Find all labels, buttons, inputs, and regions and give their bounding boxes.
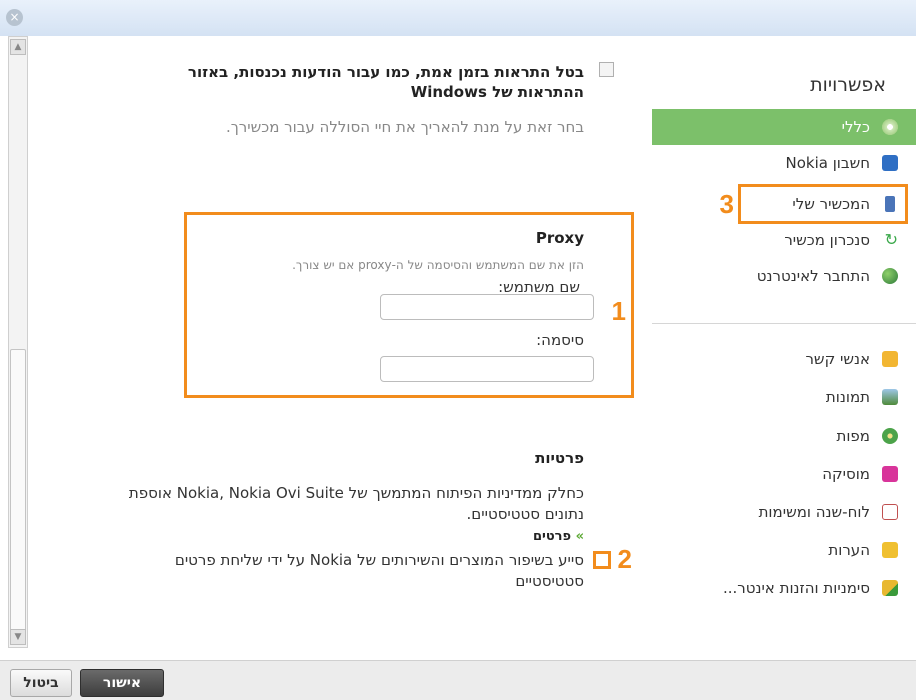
maps-icon	[882, 428, 898, 444]
sidebar-item-calendar[interactable]: לוח-שנה ומשימות	[652, 494, 916, 530]
scrollbar[interactable]: ▲ ▼	[8, 36, 28, 648]
contacts-icon	[882, 351, 898, 367]
details-link-label: פרטים	[532, 529, 572, 544]
scroll-up-icon[interactable]: ▲	[10, 39, 26, 55]
dialog-footer: ביטול אישור	[0, 660, 916, 700]
sidebar-item-label: סימניות והזנות אינטר...	[722, 579, 870, 597]
settings-content: בטל התראות בזמן אמת, כמו עבור הודעות נכנ…	[30, 36, 650, 648]
sidebar-item-nokia-account[interactable]: חשבון Nokia	[652, 145, 916, 181]
scrollbar-thumb[interactable]	[10, 349, 26, 645]
password-input[interactable]	[380, 356, 594, 382]
gear-icon	[882, 119, 898, 135]
sidebar-item-label: התחבר לאינטרנט	[756, 267, 870, 285]
sidebar-item-label: הערות	[828, 541, 870, 559]
proxy-hint: הזן את שם המשתמש והסיסמה של ה-proxy אם י…	[292, 258, 584, 272]
sidebar-item-photos[interactable]: תמונות	[652, 379, 916, 415]
sidebar-item-label: לוח-שנה ומשימות	[758, 503, 870, 521]
sidebar-item-label: כללי	[841, 118, 870, 136]
sidebar-item-label: חשבון Nokia	[785, 154, 871, 172]
proxy-title: Proxy	[535, 229, 584, 247]
sidebar-item-contacts[interactable]: אנשי קשר	[652, 341, 916, 377]
globe-icon	[882, 268, 898, 284]
close-icon[interactable]: ×	[6, 9, 23, 26]
sidebar-item-label: סנכרון מכשיר	[784, 231, 870, 249]
privacy-text: כחלק ממדיניות הפיתוח המתמשך של Nokia, No…	[128, 484, 584, 523]
calendar-icon	[882, 504, 898, 520]
sidebar-item-notes[interactable]: הערות	[652, 532, 916, 568]
sidebar-item-maps[interactable]: מפות	[652, 418, 916, 454]
sidebar-item-device-sync[interactable]: ↻ סנכרון מכשיר	[652, 222, 916, 258]
music-icon	[882, 466, 898, 482]
sidebar-item-label: המכשיר שלי	[792, 195, 870, 213]
scroll-down-icon[interactable]: ▼	[10, 629, 26, 645]
title-bar: ×	[0, 0, 916, 36]
sidebar-item-general[interactable]: כללי	[652, 109, 916, 145]
phone-icon	[885, 196, 895, 212]
notes-icon	[882, 542, 898, 558]
person-icon	[882, 155, 898, 171]
sidebar-item-music[interactable]: מוסיקה	[652, 456, 916, 492]
disable-notifications-label: בטל התראות בזמן אמת, כמו עבור הודעות נכנ…	[187, 63, 584, 101]
send-statistics-label: סייע בשיפור המוצרים והשירותים של Nokia ע…	[174, 551, 584, 590]
sidebar-title: אפשרויות	[810, 74, 886, 96]
sidebar-item-label: מוסיקה	[822, 465, 870, 483]
bookmarks-icon	[882, 580, 898, 596]
details-arrow-icon: »	[575, 529, 584, 544]
sidebar-item-label: תמונות	[825, 388, 870, 406]
sync-icon: ↻	[884, 230, 898, 249]
send-statistics-checkbox[interactable]	[593, 551, 611, 569]
sidebar-item-bookmarks[interactable]: סימניות והזנות אינטר...	[652, 570, 916, 606]
privacy-title: פרטיות	[535, 449, 584, 467]
photos-icon	[882, 389, 898, 405]
password-label: סיסמה:	[536, 331, 584, 349]
annotation-1: 1	[611, 296, 626, 326]
annotation-2: 2	[617, 544, 632, 574]
sidebar-item-connect-internet[interactable]: התחבר לאינטרנט	[652, 258, 916, 294]
battery-hint: בחר זאת על מנת להאריך את חיי הסוללה עבור…	[225, 118, 584, 136]
sidebar-item-label: אנשי קשר	[805, 350, 870, 368]
sidebar-item-my-device[interactable]: המכשיר שלי	[652, 186, 916, 222]
sidebar-item-label: מפות	[836, 427, 870, 445]
username-input[interactable]	[380, 294, 594, 320]
options-sidebar: אפשרויות כללי חשבון Nokia 3 המכשיר שלי ↻…	[652, 36, 916, 648]
ok-button[interactable]: אישור	[80, 669, 164, 697]
details-link[interactable]: » פרטים	[533, 529, 584, 544]
cancel-button[interactable]: ביטול	[10, 669, 72, 697]
disable-notifications-checkbox[interactable]	[599, 62, 614, 77]
sidebar-divider	[652, 323, 916, 324]
